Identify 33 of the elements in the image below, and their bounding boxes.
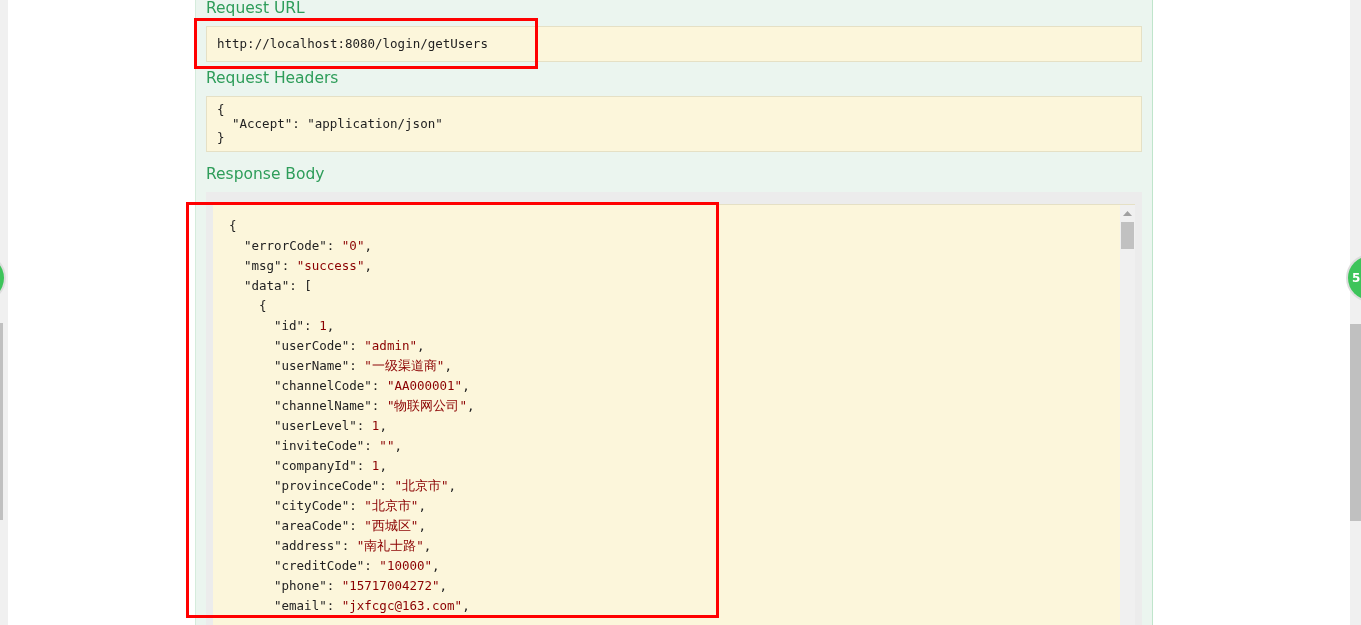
section-title: Response Body [206, 164, 326, 184]
code-line: { [229, 217, 238, 235]
code-line: "userCode": "admin", [273, 337, 426, 355]
code-line: "cityCode": "北京市", [273, 497, 427, 515]
code-line: "channelName": "物联网公司", [273, 397, 476, 415]
code-line: } [217, 131, 226, 145]
code-line: "channelCode": "AA000001", [273, 377, 471, 395]
scrollbar-thumb[interactable] [1350, 324, 1361, 521]
url-field: http://localhost:8080/login/getUsers [206, 26, 1142, 62]
code-line: "data": [ [243, 277, 313, 295]
code-line: "areaCode": "西城区", [273, 517, 427, 535]
section-title: Request Headers [206, 68, 340, 88]
code-line: "phone": "15717004272", [273, 577, 449, 595]
code-line: "userLevel": 1, [273, 417, 388, 435]
code-line: { [258, 297, 268, 315]
code-line: "msg": "success", [243, 257, 373, 275]
code-line: "email": "jxfcgc@163.com", [273, 597, 471, 615]
section-title: Request URL [206, 0, 306, 18]
code-line: "errorCode": "0", [243, 237, 373, 255]
code-line: { [217, 103, 226, 117]
code-line: "address": "南礼士路", [273, 537, 433, 555]
code-line: "userName": "一级渠道商", [273, 357, 453, 375]
code-line: "provinceCode": "北京市", [273, 477, 457, 495]
code-line: "creditCode": "10000", [273, 557, 441, 575]
scrollbar-thumb[interactable] [1121, 222, 1134, 249]
badge-label: 5 [1352, 271, 1361, 285]
scrollbar-thumb[interactable] [0, 323, 3, 520]
page-scrollbar[interactable] [1350, 0, 1361, 625]
code-line: "Accept": "application/json" [231, 117, 444, 131]
code-line: "inviteCode": "", [273, 437, 403, 455]
code-line: "id": 1, [273, 317, 336, 335]
code-line: "companyId": 1, [273, 457, 388, 475]
scroll-up-icon[interactable] [1123, 211, 1132, 216]
